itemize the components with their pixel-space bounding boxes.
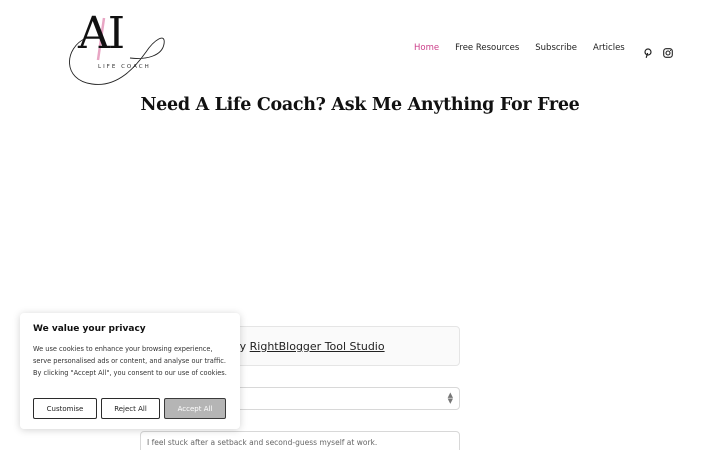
cookie-consent-banner: We value your privacy We use cookies to … <box>20 313 240 429</box>
cookie-body: We use cookies to enhance your browsing … <box>33 345 227 377</box>
textarea-placeholder: I feel stuck after a setback and second-… <box>147 438 378 447</box>
main-nav: Home Free Resources Subscribe Articles <box>414 41 683 58</box>
site-header: AI LIFE COACH Home Free Resources Subscr… <box>0 0 720 95</box>
customise-button[interactable]: Customise <box>33 398 97 419</box>
site-logo[interactable]: AI LIFE COACH <box>58 8 170 88</box>
question-textarea[interactable]: I feel stuck after a setback and second-… <box>140 431 460 450</box>
page-title: Need A Life Coach? Ask Me Anything For F… <box>140 95 580 115</box>
nav-item-subscribe[interactable]: Subscribe <box>535 43 577 53</box>
select-updown-icon: ▲ ▼ <box>447 391 453 405</box>
cookie-buttons: Customise Reject All Accept All <box>33 398 230 419</box>
rightblogger-link[interactable]: RightBlogger Tool Studio <box>250 340 385 353</box>
cookie-title: We value your privacy <box>33 324 146 334</box>
reject-all-button[interactable]: Reject All <box>101 398 160 419</box>
nav-item-articles[interactable]: Articles <box>593 43 625 53</box>
social-links <box>643 43 683 58</box>
instagram-icon[interactable] <box>662 43 673 58</box>
nav-item-home[interactable]: Home <box>414 43 439 53</box>
nav-item-free-resources[interactable]: Free Resources <box>455 43 519 53</box>
logo-subtitle: LIFE COACH <box>98 64 151 70</box>
logo-letters: AI <box>78 8 125 59</box>
pinterest-icon[interactable] <box>643 43 653 58</box>
accept-all-button[interactable]: Accept All <box>164 398 226 419</box>
